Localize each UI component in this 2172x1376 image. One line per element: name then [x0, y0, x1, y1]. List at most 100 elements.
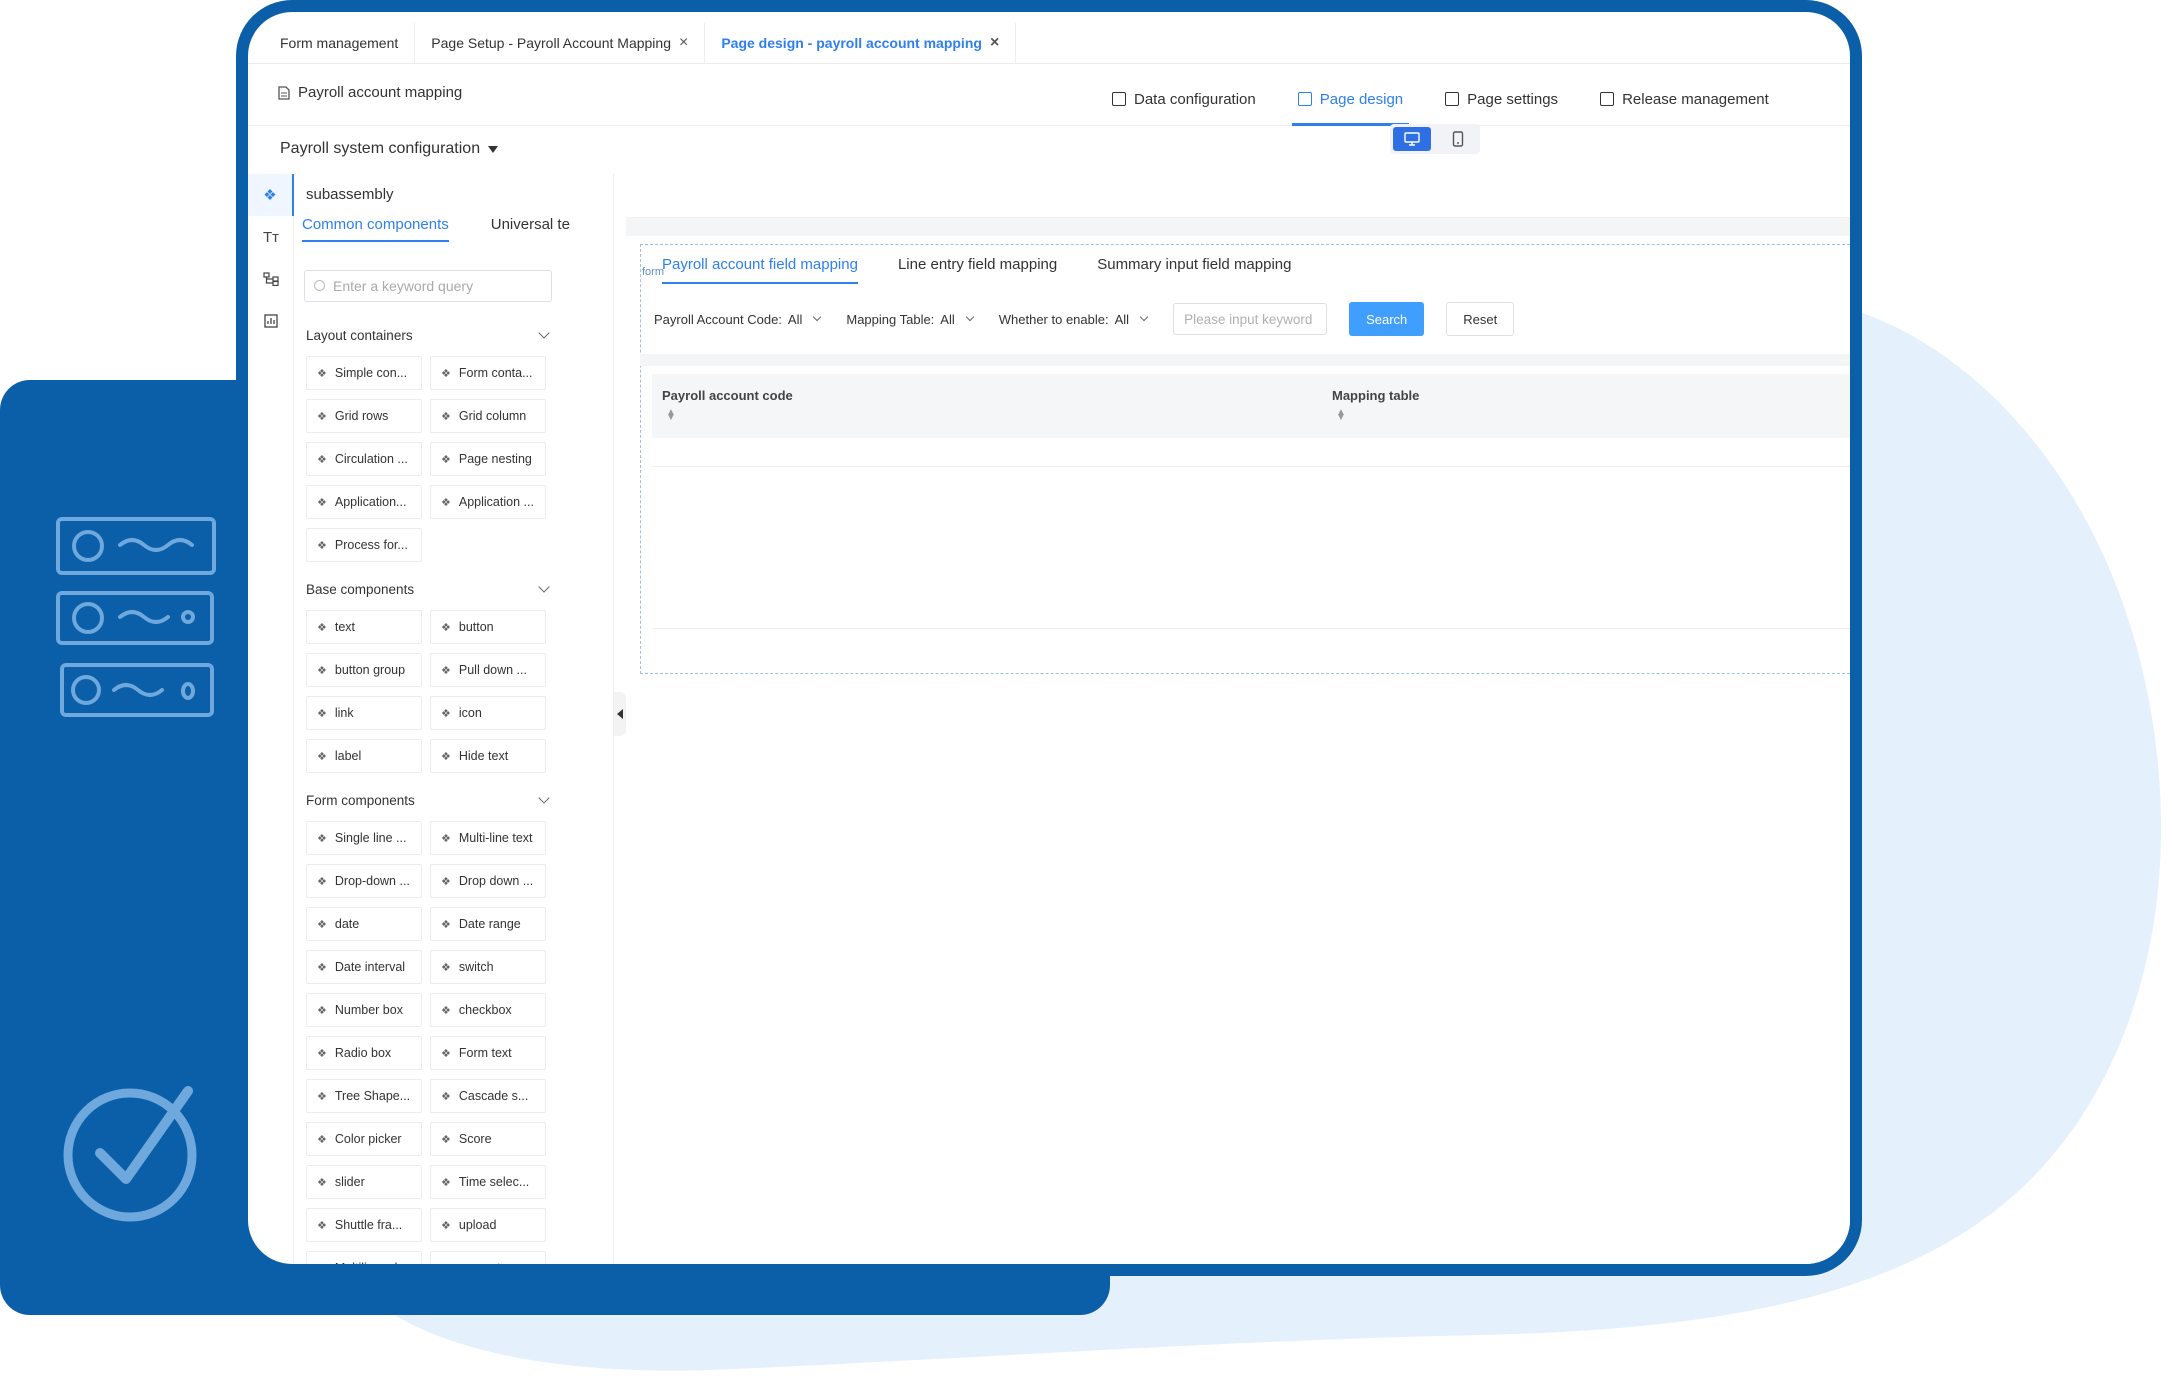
component-grid: ❖ Simple con... ❖ Form conta... ❖ Grid rows ❖ G…: [306, 352, 556, 572]
component-item[interactable]: ❖ Simple con...: [306, 356, 422, 390]
group-header[interactable]: Form components: [306, 783, 556, 817]
component-item[interactable]: ❖ text: [306, 610, 422, 644]
component-item[interactable]: ❖ Application ...: [430, 485, 546, 519]
rail-components[interactable]: ❖: [248, 174, 294, 216]
sort-icon[interactable]: ▲ ▼: [1336, 408, 1346, 423]
component-icon: ❖: [317, 621, 327, 634]
settings-icon: [1445, 92, 1460, 106]
component-item[interactable]: ❖ Date interval: [306, 950, 422, 984]
component-item[interactable]: ❖ label: [306, 739, 422, 773]
component-item[interactable]: ❖ Drop down ...: [430, 864, 546, 898]
mapping-tabs: Payroll account field mapping Line entry…: [662, 256, 1291, 284]
component-icon: ❖: [317, 1262, 327, 1265]
component-label: Drop-down ...: [334, 874, 410, 888]
component-item[interactable]: ❖ percentage: [430, 1251, 546, 1264]
tab-common-components[interactable]: Common components: [302, 216, 449, 242]
component-item[interactable]: ❖ Time selec...: [430, 1165, 546, 1199]
component-item[interactable]: ❖ Grid rows: [306, 399, 422, 433]
filter-value: All: [787, 311, 803, 327]
tab-summary-input-field-mapping[interactable]: Summary input field mapping: [1097, 256, 1291, 284]
component-item[interactable]: ❖ Date range: [430, 907, 546, 941]
filter-whether-to-enable[interactable]: Whether to enable: All: [999, 312, 1151, 327]
component-icon: ❖: [441, 1047, 451, 1060]
component-item[interactable]: ❖ Page nesting: [430, 442, 546, 476]
component-item[interactable]: ❖ Single line ...: [306, 821, 422, 855]
filter-mapping-table[interactable]: Mapping Table: All: [846, 312, 976, 327]
component-label: upload: [458, 1218, 497, 1232]
tab-payroll-account-field-mapping[interactable]: Payroll account field mapping: [662, 256, 858, 284]
component-item[interactable]: ❖ Drop-down ...: [306, 864, 422, 898]
rail-charts[interactable]: [248, 300, 294, 342]
sort-icon[interactable]: ▲ ▼: [666, 408, 676, 423]
component-item[interactable]: ❖ icon: [430, 696, 546, 730]
component-item[interactable]: ❖ Color picker: [306, 1122, 422, 1156]
component-item[interactable]: ❖ Shuttle fra...: [306, 1208, 422, 1242]
group-header[interactable]: Base components: [306, 572, 556, 606]
tab-page-design[interactable]: Page design - payroll account mapping ×: [705, 23, 1017, 63]
collapse-panel-button[interactable]: [614, 692, 626, 736]
component-label: Number box: [334, 1003, 403, 1017]
component-icon: ❖: [317, 410, 327, 423]
chevron-down-icon: [965, 312, 974, 322]
component-item[interactable]: ❖ Multi-line text: [430, 821, 546, 855]
nav-data-configuration[interactable]: Data configuration: [1112, 84, 1256, 114]
component-item[interactable]: ❖ Multilingual...: [306, 1251, 422, 1264]
column-mapping-table[interactable]: Mapping table: [1332, 388, 1419, 403]
nav-page-design[interactable]: Page design: [1291, 84, 1410, 126]
component-item[interactable]: ❖ Grid column: [430, 399, 546, 433]
nav-page-settings[interactable]: Page settings: [1445, 84, 1558, 114]
component-label: Multilingual...: [335, 1261, 408, 1264]
component-item[interactable]: ❖ slider: [306, 1165, 422, 1199]
keyword-input[interactable]: Please input keyword: [1173, 303, 1328, 335]
component-item[interactable]: ❖ switch: [430, 950, 546, 984]
component-icon: ❖: [441, 1133, 451, 1146]
tab-page-setup[interactable]: Page Setup - Payroll Account Mapping ×: [415, 23, 706, 63]
component-icon: ❖: [441, 453, 451, 466]
filter-payroll-account-code[interactable]: Payroll Account Code: All: [654, 312, 824, 327]
search-placeholder: Enter a keyword query: [333, 278, 474, 294]
component-label: slider: [334, 1175, 365, 1189]
component-item[interactable]: ❖ Form text: [430, 1036, 546, 1070]
component-label: button group: [334, 663, 406, 677]
chevron-down-icon: [1139, 312, 1149, 322]
component-item[interactable]: ❖ Form conta...: [430, 356, 546, 390]
desktop-view-button[interactable]: [1393, 127, 1431, 151]
component-item[interactable]: ❖ link: [306, 696, 422, 730]
search-button[interactable]: Search: [1349, 302, 1425, 336]
tab-form-management[interactable]: Form management: [264, 23, 416, 63]
component-item[interactable]: ❖ Process for...: [306, 528, 422, 562]
component-item[interactable]: ❖ button: [430, 610, 546, 644]
tab-universal-templates[interactable]: Universal te: [491, 216, 570, 242]
component-item[interactable]: ❖ date: [306, 907, 422, 941]
component-item[interactable]: ❖ Circulation ...: [306, 442, 422, 476]
system-config-dropdown[interactable]: Payroll system configuration: [280, 140, 499, 158]
group-header[interactable]: Layout containers: [306, 318, 556, 352]
component-item[interactable]: ❖ Score: [430, 1122, 546, 1156]
column-payroll-account-code[interactable]: Payroll account code: [662, 388, 793, 403]
tab-line-entry-field-mapping[interactable]: Line entry field mapping: [898, 256, 1057, 284]
mobile-view-button[interactable]: [1439, 127, 1477, 151]
component-item[interactable]: ❖ upload: [430, 1208, 546, 1242]
component-item[interactable]: ❖ Application...: [306, 485, 422, 519]
rail-tree[interactable]: [248, 258, 294, 300]
component-item[interactable]: ❖ button group: [306, 653, 422, 687]
table-row-divider: [652, 466, 1850, 467]
component-item[interactable]: ❖ Hide text: [430, 739, 546, 773]
component-item[interactable]: ❖ Number box: [306, 993, 422, 1027]
component-item[interactable]: ❖ Pull down ...: [430, 653, 546, 687]
page-header: Payroll account mapping Data configurati…: [248, 64, 1850, 126]
rail-text[interactable]: Tт: [248, 216, 294, 258]
chevron-down-icon: [813, 312, 822, 322]
component-item[interactable]: ❖ Cascade s...: [430, 1079, 546, 1113]
tab-label: Page design - payroll account mapping: [721, 35, 982, 51]
component-label: Grid column: [458, 409, 527, 423]
component-item[interactable]: ❖ Tree Shape...: [306, 1079, 422, 1113]
close-icon[interactable]: ×: [990, 34, 999, 52]
close-icon[interactable]: ×: [679, 34, 688, 52]
component-item[interactable]: ❖ checkbox: [430, 993, 546, 1027]
component-label: Radio box: [334, 1046, 392, 1060]
component-item[interactable]: ❖ Radio box: [306, 1036, 422, 1070]
component-search-input[interactable]: Enter a keyword query: [304, 270, 552, 302]
nav-release-management[interactable]: Release management: [1600, 84, 1769, 114]
reset-button[interactable]: Reset: [1446, 302, 1515, 336]
